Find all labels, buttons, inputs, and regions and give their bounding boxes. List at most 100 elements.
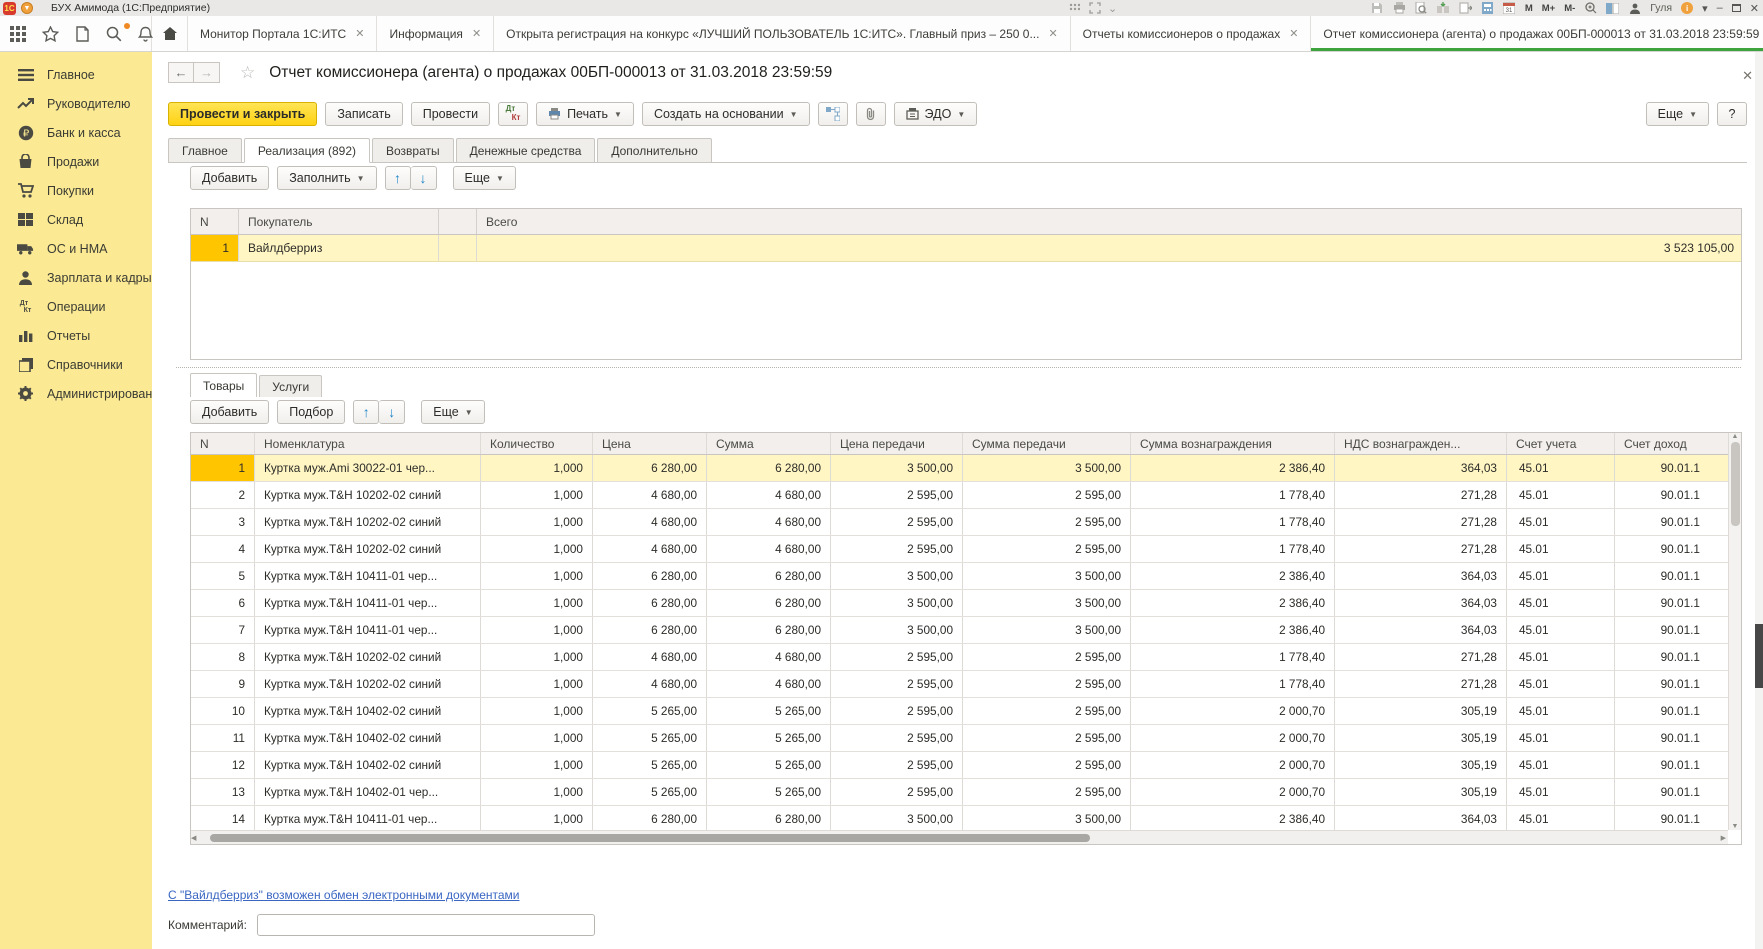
- add-item-button[interactable]: Добавить: [190, 400, 269, 424]
- table-row[interactable]: 2 Куртка муж.T&H 10202-02 синий 1,000 4 …: [191, 482, 1728, 509]
- column-header[interactable]: Цена: [593, 433, 707, 454]
- tab-commission-reports-list[interactable]: Отчеты комиссионеров о продажах✕: [1071, 16, 1312, 51]
- tab-monitor-portal[interactable]: Монитор Портала 1С:ИТС✕: [188, 16, 377, 51]
- favorites-star-icon[interactable]: [42, 26, 59, 42]
- column-header[interactable]: Сумма передачи: [963, 433, 1131, 454]
- tab-commission-report-doc[interactable]: Отчет комиссионера (агента) о продажах 0…: [1311, 16, 1763, 51]
- close-tab-icon[interactable]: ✕: [1289, 27, 1298, 40]
- memory-store-button[interactable]: M: [1525, 3, 1533, 14]
- scroll-left-icon[interactable]: ◀: [191, 834, 196, 842]
- sidebar-item-pokupki[interactable]: Покупки: [0, 176, 152, 205]
- sidebar-item-otchety[interactable]: Отчеты: [0, 321, 152, 350]
- save-icon[interactable]: [1371, 2, 1384, 15]
- table-row[interactable]: 11 Куртка муж.T&H 10402-02 синий 1,000 5…: [191, 725, 1728, 752]
- main-menu-icon[interactable]: ▼: [21, 2, 33, 14]
- column-header[interactable]: Сумма вознаграждения: [1131, 433, 1335, 454]
- edo-button[interactable]: ЭДО▼: [894, 102, 978, 126]
- search-icon[interactable]: [106, 26, 122, 42]
- tab-tovary[interactable]: Товары: [190, 373, 257, 397]
- table-row[interactable]: 4 Куртка муж.T&H 10202-02 синий 1,000 4 …: [191, 536, 1728, 563]
- sidebar-item-bank-kassa[interactable]: ₽ Банк и касса: [0, 118, 152, 147]
- move-up-button[interactable]: ↑: [385, 166, 411, 190]
- help-button[interactable]: ?: [1717, 102, 1747, 126]
- window-scrollbar-thumb[interactable]: [1755, 624, 1763, 688]
- info-icon[interactable]: i: [1681, 2, 1693, 14]
- attachments-button[interactable]: [856, 102, 886, 126]
- scroll-up-icon[interactable]: ▲: [1732, 433, 1739, 440]
- print-icon[interactable]: [1393, 2, 1406, 15]
- table-row[interactable]: 1 Куртка муж.Ami 30022-01 чер... 1,000 6…: [191, 455, 1728, 482]
- column-header[interactable]: Счет учета: [1507, 433, 1615, 454]
- sidebar-item-prodazhi[interactable]: Продажи: [0, 147, 152, 176]
- column-header[interactable]: N: [191, 209, 239, 234]
- dtkt-button[interactable]: ДтКт: [498, 102, 528, 126]
- memory-add-button[interactable]: M+: [1542, 3, 1555, 14]
- add-buyer-button[interactable]: Добавить: [190, 166, 269, 190]
- vertical-scrollbar[interactable]: ▲ ▼: [1728, 433, 1741, 830]
- user-icon[interactable]: [1628, 2, 1641, 15]
- sidebar-item-glavnoe[interactable]: Главное: [0, 60, 152, 89]
- table-row[interactable]: 13 Куртка муж.T&H 10402-01 чер... 1,000 …: [191, 779, 1728, 806]
- back-button[interactable]: ←: [168, 62, 194, 83]
- tab-contest[interactable]: Открыта регистрация на конкурс «ЛУЧШИЙ П…: [494, 16, 1071, 51]
- close-tab-icon[interactable]: ✕: [472, 27, 481, 40]
- send-icon[interactable]: [1459, 2, 1472, 15]
- table-row[interactable]: 9 Куртка муж.T&H 10202-02 синий 1,000 4 …: [191, 671, 1728, 698]
- table-row[interactable]: 3 Куртка муж.T&H 10202-02 синий 1,000 4 …: [191, 509, 1728, 536]
- post-and-close-button[interactable]: Провести и закрыть: [168, 102, 317, 126]
- history-icon[interactable]: [75, 26, 90, 42]
- table-row[interactable]: 6 Куртка муж.T&H 10411-01 чер... 1,000 6…: [191, 590, 1728, 617]
- print-button[interactable]: Печать▼: [536, 102, 634, 126]
- sidebar-item-zarplata-kadry[interactable]: Зарплата и кадры: [0, 263, 152, 292]
- column-header[interactable]: Цена передачи: [831, 433, 963, 454]
- sidebar-item-operacii[interactable]: Дт Кт Операции: [0, 292, 152, 321]
- expand-icon[interactable]: [1088, 2, 1101, 15]
- scrollbar-thumb[interactable]: [1731, 442, 1740, 526]
- tab-realizaciya[interactable]: Реализация (892): [244, 138, 370, 163]
- comment-input[interactable]: [257, 914, 595, 936]
- column-header[interactable]: Сумма: [707, 433, 831, 454]
- scroll-down-icon[interactable]: ▼: [1732, 823, 1739, 830]
- sidebar-item-sklad[interactable]: Склад: [0, 205, 152, 234]
- user-name[interactable]: Гуля: [1650, 2, 1672, 14]
- column-header[interactable]: N: [191, 433, 255, 454]
- notifications-bell-icon[interactable]: [138, 26, 153, 42]
- move-down-button[interactable]: ↓: [379, 400, 405, 424]
- calculator-icon[interactable]: [1481, 2, 1494, 15]
- column-header[interactable]: Всего: [477, 209, 1741, 234]
- related-documents-button[interactable]: [818, 102, 848, 126]
- post-button[interactable]: Провести: [411, 102, 490, 126]
- column-header[interactable]: НДС вознагражден...: [1335, 433, 1507, 454]
- table-row[interactable]: 5 Куртка муж.T&H 10411-01 чер... 1,000 6…: [191, 563, 1728, 590]
- tab-information[interactable]: Информация✕: [377, 16, 494, 51]
- sidebar-item-os-nma[interactable]: ОС и НМА: [0, 234, 152, 263]
- table-row[interactable]: 8 Куртка муж.T&H 10202-02 синий 1,000 4 …: [191, 644, 1728, 671]
- apps-grid-icon[interactable]: [10, 26, 26, 42]
- sidebar-item-spravochniki[interactable]: Справочники: [0, 350, 152, 379]
- load-icon[interactable]: [1437, 2, 1450, 15]
- table-row[interactable]: 1 Вайлдберриз 3 523 105,00: [191, 235, 1741, 262]
- create-based-on-button[interactable]: Создать на основании▼: [642, 102, 810, 126]
- close-tab-icon[interactable]: ✕: [355, 27, 364, 40]
- move-up-button[interactable]: ↑: [353, 400, 379, 424]
- calendar-icon[interactable]: 31: [1503, 2, 1516, 15]
- save-button[interactable]: Записать: [325, 102, 402, 126]
- window-scrollbar[interactable]: [1755, 52, 1763, 949]
- fill-button[interactable]: Заполнить▼: [277, 166, 376, 190]
- table-row[interactable]: 7 Куртка муж.T&H 10411-01 чер... 1,000 6…: [191, 617, 1728, 644]
- close-document-icon[interactable]: ✕: [1742, 68, 1753, 84]
- column-header[interactable]: Номенклатура: [255, 433, 481, 454]
- buyers-more-button[interactable]: Еще▼: [453, 166, 516, 190]
- tab-home[interactable]: [152, 16, 188, 51]
- goods-more-button[interactable]: Еще▼: [421, 400, 484, 424]
- sidebar-item-rukovoditelyu[interactable]: Руководителю: [0, 89, 152, 118]
- move-down-button[interactable]: ↓: [411, 166, 437, 190]
- pick-items-button[interactable]: Подбор: [277, 400, 345, 424]
- tab-dopolnitelno[interactable]: Дополнительно: [597, 138, 711, 162]
- tab-vozvraty[interactable]: Возвраты: [372, 138, 454, 162]
- favorite-star-icon[interactable]: ☆: [240, 63, 255, 83]
- chevron-down-icon[interactable]: ⌄: [1108, 2, 1117, 15]
- minimize-icon[interactable]: –: [1717, 2, 1723, 14]
- scroll-right-icon[interactable]: ▶: [1721, 834, 1726, 842]
- split-view-icon[interactable]: [1606, 2, 1619, 15]
